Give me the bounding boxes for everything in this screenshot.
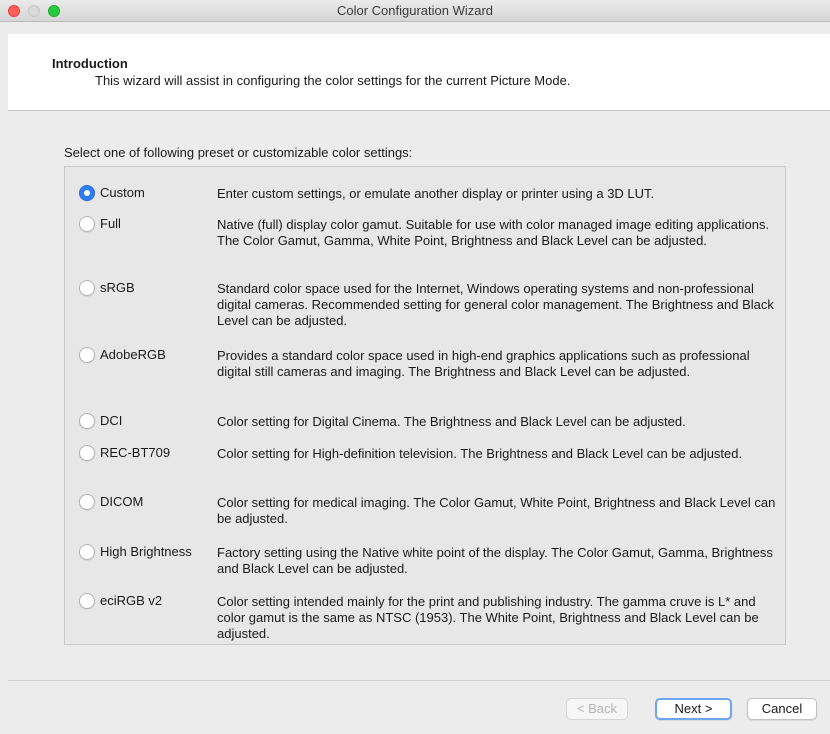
wizard-header: Introduction This wizard will assist in … bbox=[8, 34, 830, 111]
option-description: Standard color space used for the Intern… bbox=[217, 281, 774, 328]
option-description: Color setting intended mainly for the pr… bbox=[217, 594, 759, 641]
option-description: Provides a standard color space used in … bbox=[217, 348, 750, 379]
option-description: Native (full) display color gamut. Suita… bbox=[217, 217, 770, 248]
header-title: Introduction bbox=[52, 56, 128, 71]
option-label[interactable]: AdobeRGB bbox=[100, 347, 166, 362]
cancel-button[interactable]: Cancel bbox=[747, 698, 817, 720]
next-button[interactable]: Next > bbox=[655, 698, 732, 720]
radio-adobergb[interactable] bbox=[79, 347, 95, 363]
option-label[interactable]: Full bbox=[100, 216, 121, 231]
header-description: This wizard will assist in configuring t… bbox=[95, 73, 571, 88]
title-bar[interactable]: Color Configuration Wizard bbox=[0, 0, 830, 22]
radio-rec-bt709[interactable] bbox=[79, 445, 95, 461]
window-title: Color Configuration Wizard bbox=[336, 3, 494, 18]
back-button[interactable]: < Back bbox=[566, 698, 628, 720]
option-description: Enter custom settings, or emulate anothe… bbox=[217, 186, 655, 201]
option-description: Color setting for medical imaging. The C… bbox=[217, 495, 776, 526]
radio-ecirgb-v2[interactable] bbox=[79, 593, 95, 609]
option-label[interactable]: High Brightness bbox=[100, 544, 192, 559]
option-description: Color setting for High-definition televi… bbox=[217, 446, 743, 461]
wizard-window: Color Configuration Wizard Introduction … bbox=[0, 0, 830, 734]
radio-full[interactable] bbox=[79, 216, 95, 232]
option-label[interactable]: eciRGB v2 bbox=[100, 593, 162, 608]
options-group: Custom Enter custom settings, or emulate… bbox=[64, 166, 786, 645]
radio-dci[interactable] bbox=[79, 413, 95, 429]
option-label[interactable]: DCI bbox=[100, 413, 122, 428]
option-label[interactable]: sRGB bbox=[100, 280, 135, 295]
option-label[interactable]: REC-BT709 bbox=[100, 445, 170, 460]
radio-dicom[interactable] bbox=[79, 494, 95, 510]
option-description: Color setting for Digital Cinema. The Br… bbox=[217, 414, 686, 429]
radio-custom[interactable] bbox=[79, 185, 95, 201]
option-label[interactable]: Custom bbox=[100, 185, 145, 200]
option-label[interactable]: DICOM bbox=[100, 494, 143, 509]
radio-high-brightness[interactable] bbox=[79, 544, 95, 560]
selection-prompt: Select one of following preset or custom… bbox=[64, 145, 413, 160]
radio-srgb[interactable] bbox=[79, 280, 95, 296]
option-description: Factory setting using the Native white p… bbox=[217, 545, 773, 576]
footer-divider bbox=[8, 680, 830, 681]
